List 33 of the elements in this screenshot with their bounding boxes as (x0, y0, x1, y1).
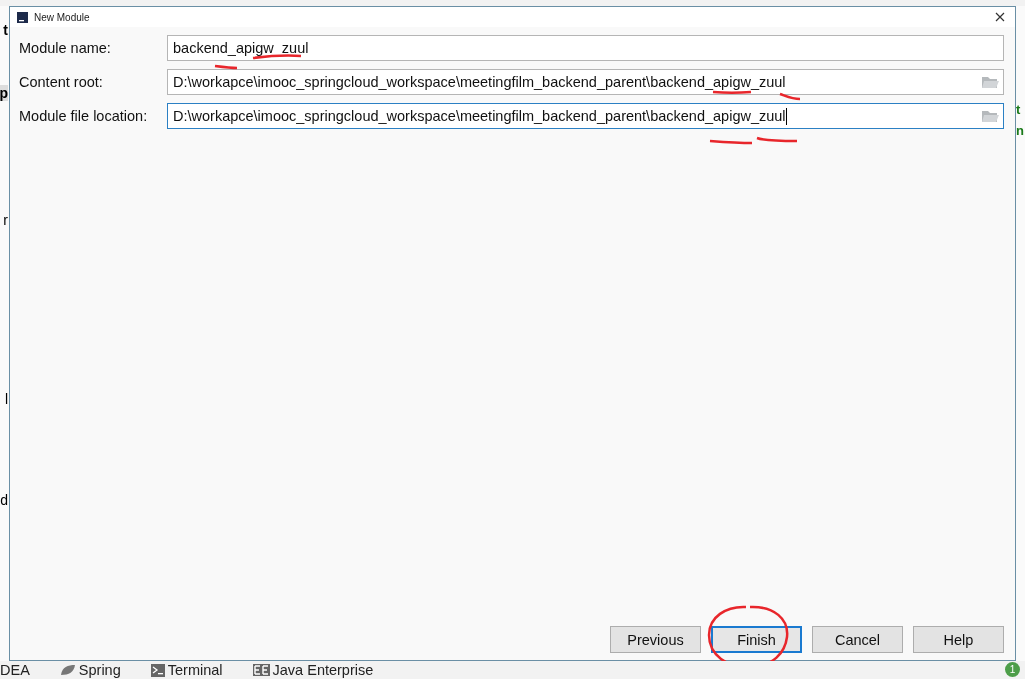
panel-text: l (4, 391, 8, 407)
dialog-button[interactable]: Finish (711, 626, 802, 653)
tool-window-tab[interactable]: Java Enterprise (272, 662, 374, 678)
panel-text: d (0, 492, 8, 508)
input-field[interactable]: D:\workapce\imooc_springcloud_workspace\meetingfilm_backend_parent\backend_apigw_zuul (167, 103, 1004, 129)
tool-window-tab[interactable]: Spring (78, 662, 121, 678)
input-field[interactable]: D:\workapce\imooc_springcloud_workspace\meetingfilm_backend_parent\backend_apigw_zuul (167, 69, 1004, 95)
ee-icon (252, 664, 270, 676)
underline-mark (213, 64, 239, 70)
panel-text: r (3, 212, 8, 228)
leaf-icon (59, 664, 76, 676)
field-label: Module name: (19, 40, 112, 56)
window-title: New Module (34, 11, 90, 23)
field-label: Content root: (19, 74, 104, 90)
folder-icon[interactable] (981, 109, 999, 123)
panel-text: t (1016, 102, 1021, 117)
underline-mark (711, 89, 753, 95)
panel-text: t (3, 22, 8, 38)
panel-text: p (0, 85, 8, 101)
app-icon (17, 11, 28, 23)
dialog-button[interactable]: Previous (610, 626, 701, 653)
close-icon[interactable] (993, 10, 1007, 24)
panel-text: n (1016, 123, 1024, 138)
terminal-icon (150, 663, 165, 677)
input-field[interactable]: backend_apigw_zuul (167, 35, 1004, 61)
dialog-button[interactable]: Cancel (812, 626, 903, 653)
underline-mark (778, 92, 802, 101)
underline-mark (251, 54, 303, 60)
field-label: Module file location: (19, 108, 149, 124)
dialog-button[interactable]: Help (913, 626, 1004, 653)
tool-window-tab[interactable]: Terminal (167, 662, 223, 678)
folder-icon[interactable] (981, 75, 999, 89)
tool-window-tab[interactable]: DEA (0, 662, 30, 678)
